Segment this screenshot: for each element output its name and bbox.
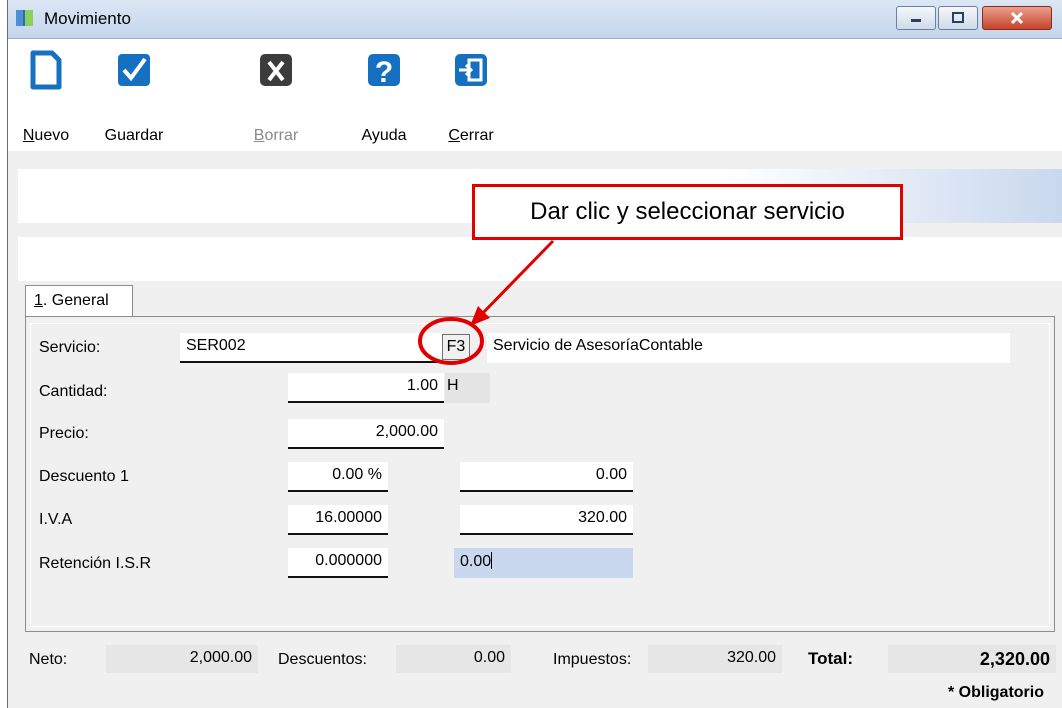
annotation-callout: Dar clic y seleccionar servicio xyxy=(472,184,903,240)
annotation-circle xyxy=(418,317,484,365)
annotation-overlay xyxy=(418,239,555,365)
annotation-arrow-line xyxy=(478,239,555,318)
